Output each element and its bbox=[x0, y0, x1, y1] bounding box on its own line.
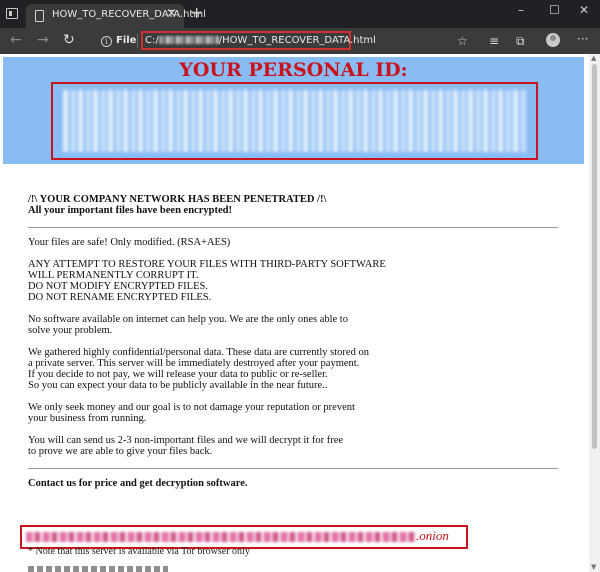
maximize-icon[interactable]: ☐ bbox=[549, 3, 560, 17]
tab-title: HOW_TO_RECOVER_DATA.html bbox=[52, 9, 206, 20]
url-text: C://HOW_TO_RECOVER_DATA.html bbox=[145, 35, 376, 46]
redacted-onion-address bbox=[26, 532, 416, 542]
redacted-path bbox=[158, 36, 219, 44]
paragraph-files-safe: Your files are safe! Only modified. (RSA… bbox=[28, 237, 231, 248]
contact-line: Contact us for price and get decryption … bbox=[28, 478, 248, 489]
personal-id-box bbox=[51, 82, 538, 160]
paragraph-warning: ANY ATTEMPT TO RESTORE YOUR FILES WITH T… bbox=[28, 259, 386, 303]
forward-arrow-icon[interactable]: → bbox=[37, 32, 49, 48]
paragraph-goal: We only seek money and our goal is to no… bbox=[28, 402, 355, 424]
title-bar: HOW_TO_RECOVER_DATA.html × + – ☐ ✕ bbox=[0, 0, 600, 28]
new-tab-icon[interactable]: + bbox=[190, 5, 203, 21]
headline-encrypted: All your important files have been encry… bbox=[28, 205, 232, 216]
divider bbox=[28, 468, 558, 469]
refresh-icon[interactable]: ↻ bbox=[63, 32, 75, 48]
scroll-thumb[interactable] bbox=[592, 64, 597, 449]
favorites-star-icon[interactable]: ☆ bbox=[457, 34, 468, 48]
file-label: File bbox=[116, 35, 137, 46]
banner-title: YOUR PERSONAL ID: bbox=[179, 59, 408, 81]
cut-off-text-line bbox=[28, 566, 168, 572]
scroll-up-icon[interactable]: ▲ bbox=[591, 54, 596, 62]
divider bbox=[28, 227, 558, 228]
address-bar[interactable]: C://HOW_TO_RECOVER_DATA.html bbox=[141, 31, 376, 50]
favorites-list-icon[interactable]: ≡ bbox=[489, 34, 499, 48]
personal-id-banner: YOUR PERSONAL ID: bbox=[3, 57, 584, 164]
close-tab-icon[interactable]: × bbox=[166, 7, 177, 21]
paragraph-data-gathered: We gathered highly confidential/personal… bbox=[28, 347, 369, 391]
paragraph-no-software: No software available on internet can he… bbox=[28, 314, 348, 336]
profile-avatar-icon[interactable] bbox=[546, 33, 560, 47]
collections-icon[interactable]: ⧉ bbox=[516, 34, 525, 48]
active-tab[interactable]: HOW_TO_RECOVER_DATA.html × bbox=[26, 4, 206, 28]
onion-suffix: .onion bbox=[416, 528, 449, 543]
more-icon[interactable]: ··· bbox=[577, 32, 588, 46]
browser-toolbar: ← → ↻ i File C://HOW_TO_RECOVER_DATA.htm… bbox=[0, 28, 600, 54]
redacted-personal-id bbox=[63, 90, 526, 152]
address-separator bbox=[137, 34, 138, 48]
tab-actions-icon[interactable] bbox=[6, 8, 18, 19]
document-icon bbox=[35, 10, 44, 22]
tor-note: * Note that this server is available via… bbox=[28, 546, 250, 557]
headline-penetrated: /!\ YOUR COMPANY NETWORK HAS BEEN PENETR… bbox=[28, 194, 327, 205]
ransom-note-text: /!\ YOUR COMPANY NETWORK HAS BEEN PENETR… bbox=[28, 194, 558, 500]
minimize-icon[interactable]: – bbox=[518, 3, 524, 17]
info-icon[interactable]: i bbox=[101, 36, 112, 47]
back-arrow-icon[interactable]: ← bbox=[10, 32, 22, 48]
close-window-icon[interactable]: ✕ bbox=[579, 3, 589, 17]
vertical-scrollbar[interactable]: ▲ ▼ bbox=[589, 54, 600, 572]
scroll-down-icon[interactable]: ▼ bbox=[591, 563, 596, 571]
paragraph-free-decrypt: You will can send us 2-3 non-important f… bbox=[28, 435, 344, 457]
page-viewport: YOUR PERSONAL ID: /!\ YOUR COMPANY NETWO… bbox=[0, 54, 589, 572]
